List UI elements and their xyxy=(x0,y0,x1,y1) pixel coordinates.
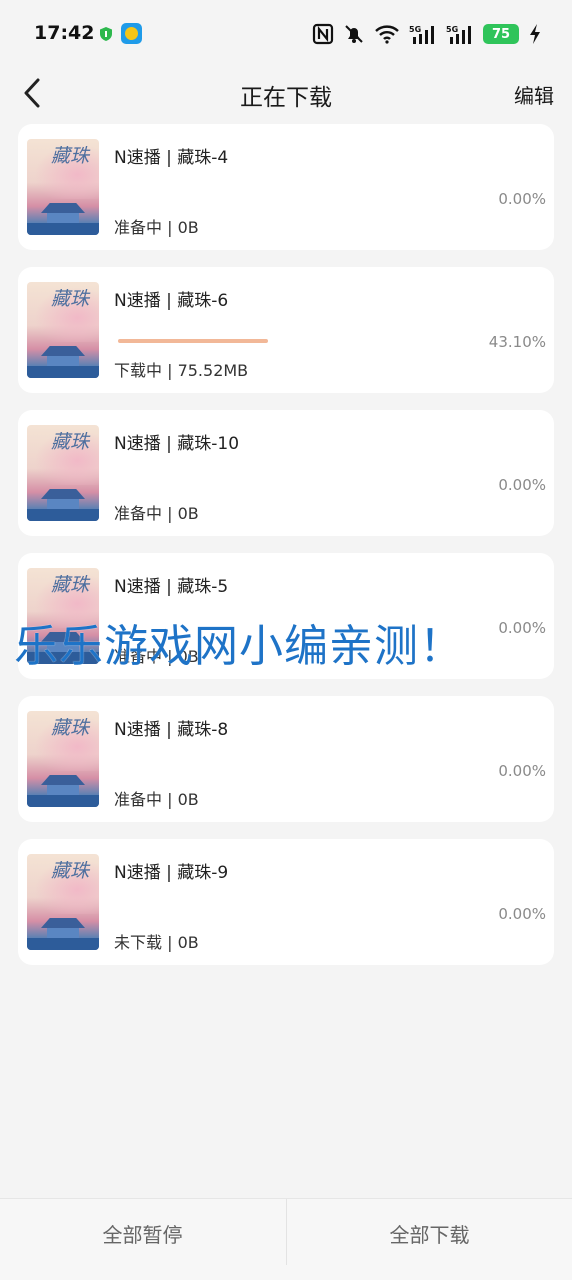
cover-title-art: 藏珠 xyxy=(51,717,90,739)
download-percent: 43.10% xyxy=(488,333,546,351)
cover-thumbnail: 藏珠 xyxy=(27,425,99,521)
download-title: N速播 | 藏珠-10 xyxy=(114,434,240,454)
download-percent: 0.00% xyxy=(498,905,546,923)
download-item[interactable]: 藏珠 N速播 | 藏珠-9 未下载 | 0B 0.00% xyxy=(18,839,554,965)
download-item[interactable]: 藏珠 N速播 | 藏珠-6 下载中 | 75.52MB 43.10% xyxy=(18,267,554,393)
watermark-text: 乐乐游戏网小编亲测！ xyxy=(14,621,464,672)
pause-all-button[interactable]: 全部暂停 xyxy=(0,1199,285,1267)
download-percent: 0.00% xyxy=(498,762,546,780)
cover-title-art: 藏珠 xyxy=(51,860,90,882)
page-title: 正在下载 xyxy=(240,85,332,111)
cover-thumbnail: 藏珠 xyxy=(27,282,99,378)
cover-title-art: 藏珠 xyxy=(51,574,90,596)
download-title: N速播 | 藏珠-9 xyxy=(114,863,229,883)
charging-icon xyxy=(530,24,540,44)
download-percent: 0.00% xyxy=(498,476,546,494)
cover-thumbnail: 藏珠 xyxy=(27,711,99,807)
cover-title-art: 藏珠 xyxy=(51,431,90,453)
download-percent: 0.00% xyxy=(498,619,546,637)
signal-5g-icon: 5G xyxy=(446,25,471,44)
progress-bar xyxy=(118,339,268,343)
download-percent: 0.00% xyxy=(498,190,546,208)
nfc-icon xyxy=(312,23,334,45)
svg-text:5G: 5G xyxy=(409,25,421,34)
download-status: 准备中 | 0B xyxy=(114,504,199,523)
shield-icon xyxy=(100,27,112,41)
download-title: N速播 | 藏珠-4 xyxy=(114,148,229,168)
bottom-action-bar: 全部暂停 全部下载 xyxy=(0,1198,572,1280)
wifi-icon xyxy=(375,25,399,44)
mute-bell-icon xyxy=(345,25,363,43)
download-status: 下载中 | 75.52MB xyxy=(114,361,249,380)
battery-level: 75 xyxy=(491,26,511,42)
app-badge-icon xyxy=(121,23,142,44)
download-title: N速播 | 藏珠-6 xyxy=(114,291,229,311)
battery-icon: 75 xyxy=(483,24,519,44)
cover-title-art: 藏珠 xyxy=(51,288,90,310)
nav-bar: 正在下载 编辑 xyxy=(0,66,572,122)
download-status: 准备中 | 0B xyxy=(114,790,199,809)
download-list: 藏珠 N速播 | 藏珠-4 准备中 | 0B 0.00% 藏珠 N速播 | 藏珠-6 下载中… xyxy=(18,124,554,982)
svg-text:5G: 5G xyxy=(446,25,458,34)
signal-5g-icon: 5G xyxy=(409,25,434,44)
edit-button[interactable]: 编辑 xyxy=(514,80,554,109)
cover-thumbnail: 藏珠 xyxy=(27,854,99,950)
cover-thumbnail: 藏珠 xyxy=(27,139,99,235)
status-time: 17:42 xyxy=(34,22,95,44)
download-item[interactable]: 藏珠 N速播 | 藏珠-8 准备中 | 0B 0.00% xyxy=(18,696,554,822)
download-all-button[interactable]: 全部下载 xyxy=(287,1199,572,1267)
status-icons: 5G 5G 75 xyxy=(312,22,542,46)
download-title: N速播 | 藏珠-8 xyxy=(114,720,229,740)
cover-title-art: 藏珠 xyxy=(51,145,90,167)
download-item[interactable]: 藏珠 N速播 | 藏珠-4 准备中 | 0B 0.00% xyxy=(18,124,554,250)
progress-fill xyxy=(118,339,268,343)
status-bar: 17:42 5G 5G 75 xyxy=(0,0,572,66)
download-title: N速播 | 藏珠-5 xyxy=(114,577,229,597)
download-status: 准备中 | 0B xyxy=(114,218,199,237)
download-item[interactable]: 藏珠 N速播 | 藏珠-10 准备中 | 0B 0.00% xyxy=(18,410,554,536)
download-status: 未下载 | 0B xyxy=(114,933,199,952)
